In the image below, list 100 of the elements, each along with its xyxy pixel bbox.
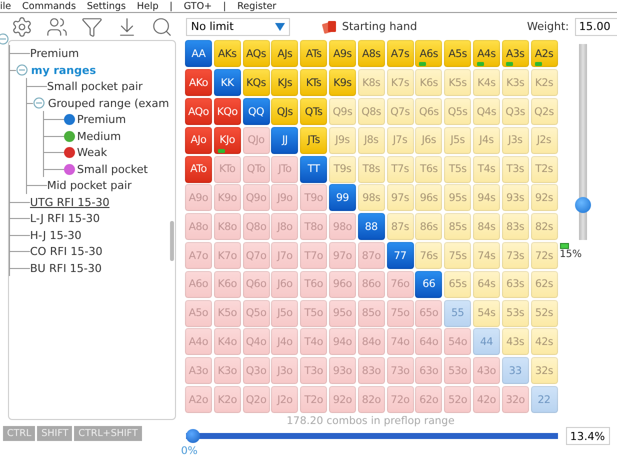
hand-cell[interactable]: 66 (415, 270, 442, 298)
scrollbar-thumb[interactable] (170, 221, 174, 262)
hand-cell[interactable]: T9o (300, 184, 328, 212)
hand-cell[interactable]: A9o (185, 184, 212, 212)
hand-cell[interactable]: AJs (271, 40, 298, 68)
hand-cell[interactable]: KQs (242, 69, 270, 96)
hand-cell[interactable]: AKo (185, 69, 212, 96)
hand-cell[interactable]: K8s (358, 69, 385, 96)
hand-cell[interactable]: 44 (472, 328, 500, 356)
hand-cell[interactable]: 83s (502, 213, 529, 240)
hand-cell[interactable]: K3o (214, 357, 241, 384)
hand-cell[interactable]: A3s (502, 40, 529, 68)
hand-cell[interactable]: 85s (444, 213, 472, 240)
hand-cell[interactable]: 74o (386, 328, 414, 356)
modifier-button[interactable]: CTRL (3, 426, 36, 442)
tree-item[interactable]: Small pocket (77, 162, 148, 176)
hand-cell[interactable]: 42o (472, 386, 500, 413)
hand-cell[interactable]: JJ (271, 126, 298, 154)
hand-cell[interactable]: JTo (271, 156, 298, 183)
hand-cell[interactable]: 42s (530, 328, 558, 356)
hand-cell[interactable]: 64s (472, 270, 500, 298)
hand-cell[interactable]: T7s (386, 156, 414, 183)
hand-cell[interactable]: A9s (328, 40, 356, 68)
hand-cell[interactable]: 94o (328, 328, 356, 356)
hand-cell[interactable]: 96s (415, 184, 442, 212)
hand-cell[interactable]: T3s (502, 156, 529, 183)
hand-cell[interactable]: A8o (185, 213, 212, 240)
hand-cell[interactable]: 83o (358, 357, 385, 384)
hand-cell[interactable]: 43o (472, 357, 500, 384)
hand-cell[interactable]: J8o (271, 213, 298, 240)
hand-cell[interactable]: 75s (444, 242, 472, 270)
hand-cell[interactable]: Q6o (242, 270, 270, 298)
hand-cell[interactable]: T5o (300, 300, 328, 327)
hand-cell[interactable]: KTo (214, 156, 241, 183)
menu-item[interactable]: Help (136, 0, 159, 12)
hand-cell[interactable]: 54o (444, 328, 472, 356)
hand-cell[interactable]: 93s (502, 184, 529, 212)
hand-cell[interactable]: K8o (214, 213, 241, 240)
hand-cell[interactable]: Q5s (444, 98, 472, 126)
hand-cell[interactable]: J8s (358, 126, 385, 154)
tree-item[interactable]: Grouped range (exam (48, 96, 170, 110)
hand-cell[interactable]: 54s (472, 300, 500, 327)
hand-cell[interactable]: J4o (271, 328, 298, 356)
hand-cell[interactable]: KQo (214, 98, 241, 126)
hand-cell[interactable]: J3s (502, 126, 529, 154)
hand-cell[interactable]: 75o (386, 300, 414, 327)
hand-cell[interactable]: A7o (185, 242, 212, 270)
hand-cell[interactable]: T4s (472, 156, 500, 183)
hand-cell[interactable]: 84o (358, 328, 385, 356)
hand-cell[interactable]: 33 (502, 357, 529, 384)
hand-cell[interactable]: 96o (328, 270, 356, 298)
hand-cell[interactable]: J2s (530, 126, 558, 154)
game-select[interactable]: No limit (186, 18, 290, 36)
hand-cell[interactable]: 43s (502, 328, 529, 356)
hand-cell[interactable]: 76o (386, 270, 414, 298)
hand-cell[interactable]: QJs (271, 98, 298, 126)
hand-cell[interactable]: 84s (472, 213, 500, 240)
hand-cell[interactable]: K2s (530, 69, 558, 96)
hand-cell[interactable]: 97o (328, 242, 356, 270)
hand-cell[interactable]: K5o (214, 300, 241, 327)
hand-cell[interactable]: K4s (472, 69, 500, 96)
hand-cell[interactable]: 94s (472, 184, 500, 212)
hand-cell[interactable]: 65s (444, 270, 472, 298)
hand-cell[interactable]: T8s (358, 156, 385, 183)
hand-cell[interactable]: J9o (271, 184, 298, 212)
menu-item[interactable]: GTO+ (184, 0, 212, 12)
hand-cell[interactable]: Q4s (472, 98, 500, 126)
hand-cell[interactable]: AKs (214, 40, 241, 68)
menu-item[interactable]: Register (237, 0, 276, 12)
hand-cell[interactable]: J6o (271, 270, 298, 298)
modifier-button[interactable]: SHIFT (37, 426, 72, 442)
hand-cell[interactable]: 62o (415, 386, 442, 413)
hand-cell[interactable]: 82s (530, 213, 558, 240)
hand-cell[interactable]: Q8s (358, 98, 385, 126)
hand-cell[interactable]: AA (185, 40, 212, 68)
hand-cell[interactable]: K7s (386, 69, 414, 96)
hand-cell[interactable]: K6o (214, 270, 241, 298)
tree-item[interactable]: Premium (30, 47, 79, 60)
range-percent-field[interactable]: 13.4% (566, 427, 610, 445)
hand-cell[interactable]: Q9s (328, 98, 356, 126)
hand-cell[interactable]: T9s (328, 156, 356, 183)
hand-cell[interactable]: J2o (271, 386, 298, 413)
hand-cell[interactable]: A7s (386, 40, 414, 68)
hand-cell[interactable]: T3o (300, 357, 328, 384)
hand-cell[interactable]: 92s (530, 184, 558, 212)
hand-cell[interactable]: A6s (415, 40, 442, 68)
hand-cell[interactable]: 64o (415, 328, 442, 356)
tree-item[interactable]: Small pocket pair (47, 80, 143, 94)
hand-cell[interactable]: 92o (328, 386, 356, 413)
hand-cell[interactable]: J7s (386, 126, 414, 154)
hand-cell[interactable]: ATs (300, 40, 328, 68)
menu-item[interactable]: | (223, 0, 226, 12)
hand-cell[interactable]: TT (300, 156, 328, 183)
hand-cell[interactable]: 86o (358, 270, 385, 298)
slider-thumb[interactable] (186, 429, 200, 443)
tree-item[interactable]: Weak (77, 146, 108, 160)
hand-cell[interactable]: K7o (214, 242, 241, 270)
hand-cell[interactable]: A8s (358, 40, 385, 68)
tree-item[interactable]: Mid pocket pair (47, 179, 132, 192)
hand-cell[interactable]: 98s (358, 184, 385, 212)
